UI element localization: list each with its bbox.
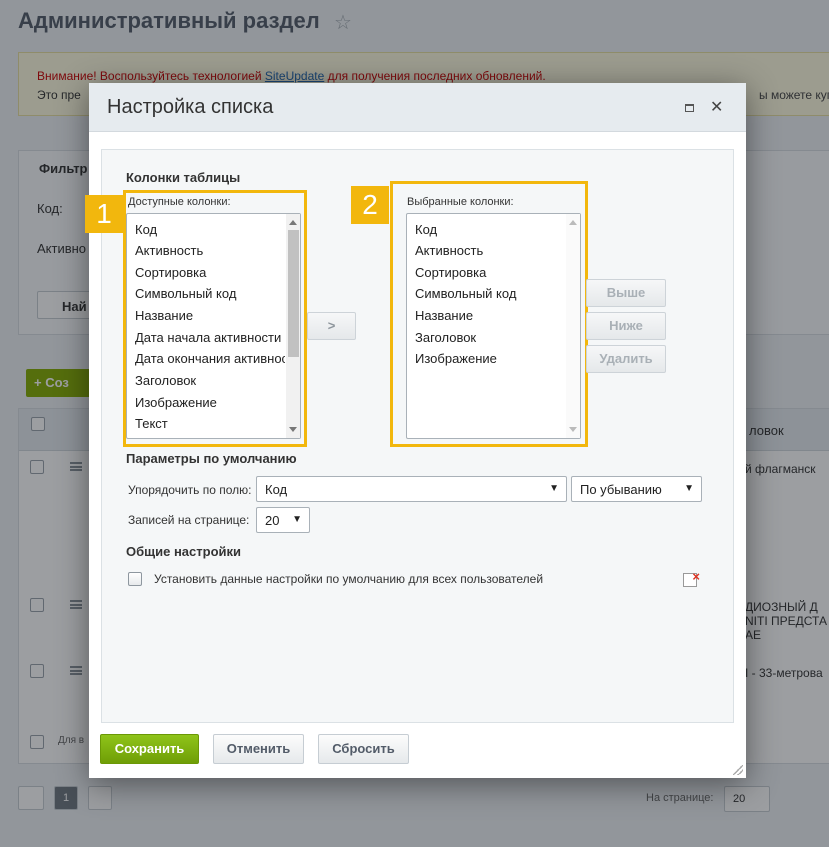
apply-all-checkbox[interactable]: [128, 572, 142, 586]
defaults-section-title: Параметры по умолчанию: [126, 451, 297, 466]
save-button[interactable]: Сохранить: [100, 734, 199, 764]
dialog-header: Настройка списка ✕: [89, 83, 746, 132]
delete-column-button[interactable]: Удалить: [586, 345, 666, 373]
per-page-label: Записей на странице:: [128, 513, 250, 527]
columns-section-title: Колонки таблицы: [126, 170, 241, 185]
sort-field-select[interactable]: Код ▼: [256, 476, 567, 502]
badge-1: 1: [85, 195, 123, 233]
apply-all-label: Установить данные настройки по умолчанию…: [154, 572, 544, 586]
per-page-value: 20: [265, 513, 280, 528]
sort-field-label: Упорядочить по полю:: [128, 483, 252, 497]
delete-settings-icon[interactable]: ×: [683, 569, 700, 587]
selected-highlight-box: [390, 181, 588, 447]
badge-2: 2: [351, 186, 389, 224]
move-up-button[interactable]: Выше: [586, 279, 666, 307]
sort-order-select[interactable]: По убыванию ▼: [571, 476, 702, 502]
list-settings-dialog: Настройка списка ✕ Колонки таблицы Досту…: [85, 83, 746, 778]
maximize-icon[interactable]: [685, 104, 694, 112]
move-down-button[interactable]: Ниже: [586, 312, 666, 340]
chevron-down-icon: ▼: [549, 483, 559, 494]
sort-field-value: Код: [265, 482, 288, 497]
chevron-down-icon: ▼: [684, 483, 694, 494]
close-icon[interactable]: ✕: [710, 97, 723, 117]
resize-handle-icon[interactable]: [733, 765, 743, 775]
chevron-down-icon: ▼: [292, 514, 302, 525]
move-right-button[interactable]: >: [307, 312, 356, 340]
dialog-title: Настройка списка: [107, 96, 274, 118]
sort-order-value: По убыванию: [580, 482, 662, 497]
cancel-button[interactable]: Отменить: [213, 734, 304, 764]
reset-button[interactable]: Сбросить: [318, 734, 409, 764]
per-page-select[interactable]: 20 ▼: [256, 507, 310, 533]
available-highlight-box: [123, 190, 307, 447]
general-section-title: Общие настройки: [126, 544, 241, 559]
